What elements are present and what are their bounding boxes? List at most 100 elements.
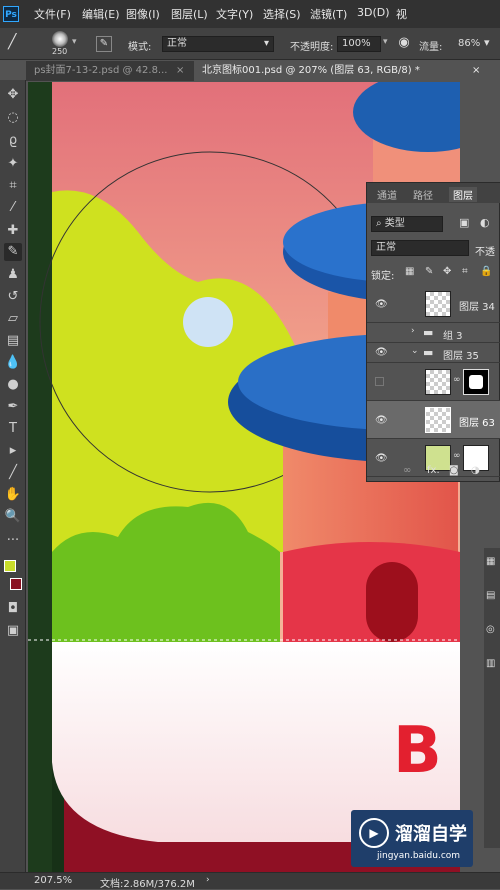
foreground-color-swatch[interactable] — [4, 560, 16, 572]
layer-group-row[interactable]: 👁 ⌄ ▬ 图层 35 — [367, 343, 500, 363]
tab-label: 北京图标001.psd @ 207% (图层 63, RGB/8) * — [202, 65, 420, 76]
eyedropper-tool-icon[interactable]: ⁄ — [4, 199, 22, 217]
brush-tool-icon[interactable]: ╱ — [8, 34, 28, 54]
image-filter-icon[interactable]: ▣ — [459, 216, 469, 229]
dock-icon[interactable]: ▥ — [486, 658, 495, 669]
tab-layers[interactable]: 图层 — [449, 187, 477, 202]
menu-view[interactable]: 视 — [396, 6, 407, 22]
pressure-opacity-icon[interactable]: ◉ — [396, 35, 412, 51]
lock-all-icon[interactable]: 🔒 — [480, 266, 492, 277]
close-icon[interactable]: × — [176, 65, 184, 76]
screen-mode-icon[interactable]: ▣ — [4, 622, 22, 640]
crop-tool-icon[interactable]: ⌗ — [4, 177, 22, 195]
dock-icon[interactable]: ▦ — [486, 556, 495, 567]
mode-select[interactable]: 正常 ▾ — [162, 36, 274, 52]
layer-name[interactable]: 图层 34 — [459, 298, 495, 313]
watermark-title: 溜溜自学 — [395, 824, 467, 845]
adjustment-filter-icon[interactable]: ◐ — [480, 216, 490, 229]
filter-value: 类型 — [384, 218, 405, 229]
opacity-field[interactable]: 100% — [337, 36, 381, 52]
menu-type[interactable]: 文字(Y) — [216, 6, 253, 22]
dock-icon[interactable]: ◎ — [486, 624, 495, 635]
visibility-off-box[interactable] — [375, 377, 384, 386]
link-icon[interactable]: ∞ — [403, 465, 411, 476]
path-select-tool-icon[interactable]: ▸ — [4, 442, 22, 460]
line-tool-icon[interactable]: ╱ — [4, 464, 22, 482]
menu-file[interactable]: 文件(F) — [34, 6, 71, 22]
hand-tool-icon[interactable]: ✋ — [4, 486, 22, 504]
tab-document-1[interactable]: ps封面7-13-2.psd @ 42.8... — [26, 61, 194, 81]
layer-group-row[interactable]: › ▬ 组 3 — [367, 323, 500, 343]
lock-transparent-icon[interactable]: ▦ — [405, 266, 414, 277]
visibility-eye-icon[interactable]: 👁 — [375, 347, 388, 358]
layer-row[interactable]: 👁 图层 34 — [367, 285, 500, 323]
close-icon[interactable]: × — [472, 65, 480, 76]
lasso-tool-icon[interactable]: ϱ — [4, 132, 22, 150]
logo-letter: B — [393, 714, 442, 788]
tab-channels[interactable]: 通道 — [377, 187, 397, 202]
opacity-label-truncated: 不透 — [475, 247, 495, 258]
menu-bar: Ps 文件(F) 编辑(E) 图像(I) 图层(L) 文字(Y) 选择(S) 滤… — [0, 0, 500, 28]
green-border-strip — [28, 82, 52, 872]
blur-tool-icon[interactable]: 💧 — [4, 354, 22, 372]
visibility-eye-icon[interactable]: 👁 — [375, 415, 388, 426]
sun — [183, 297, 233, 347]
menu-image[interactable]: 图像(I) — [126, 6, 160, 22]
brush-size-label: 250 — [52, 47, 68, 56]
layer-filter-select[interactable]: ⌕ 类型 — [371, 216, 443, 232]
chevron-right-icon[interactable]: › — [411, 326, 415, 336]
eraser-tool-icon[interactable]: ▱ — [4, 310, 22, 328]
visibility-eye-icon[interactable]: 👁 — [375, 299, 388, 310]
chevron-down-icon[interactable]: ▾ — [383, 37, 388, 47]
lock-pixels-icon[interactable]: ✎ — [425, 266, 433, 277]
status-bar: 207.5% 文档:2.86M/376.2M › — [0, 872, 500, 890]
zoom-level[interactable]: 207.5% — [34, 875, 72, 886]
pen-tool-icon[interactable]: ✒ — [4, 398, 22, 416]
quick-select-tool-icon[interactable]: ✦ — [4, 155, 22, 173]
document-size: 文档:2.86M/376.2M — [100, 879, 195, 890]
lock-artboard-icon[interactable]: ⌗ — [462, 266, 468, 277]
adjustment-icon[interactable]: ◑ — [471, 465, 480, 476]
menu-3d[interactable]: 3D(D) — [357, 6, 390, 19]
blend-mode-select[interactable]: 正常 — [371, 240, 469, 256]
chevron-right-icon[interactable]: › — [206, 875, 210, 885]
layer-mask-thumbnail[interactable] — [463, 369, 489, 395]
brush-tool-icon[interactable]: ✎ — [4, 243, 22, 261]
chevron-down-icon[interactable]: ▾ — [484, 36, 490, 49]
options-bar: ╱ 250 ▾ ✎ 模式: 正常 ▾ 不透明度: 100% ▾ ◉ 流量: 86%… — [0, 28, 500, 60]
menu-filter[interactable]: 滤镜(T) — [310, 6, 347, 22]
watermark-url: jingyan.baidu.com — [377, 851, 461, 861]
dodge-tool-icon[interactable]: ● — [4, 376, 22, 394]
healing-brush-tool-icon[interactable]: ✚ — [4, 222, 22, 240]
dock-icon[interactable]: ▤ — [486, 590, 495, 601]
more-tools-icon[interactable]: ··· — [4, 532, 22, 550]
marquee-tool-icon[interactable]: ◌ — [4, 109, 22, 127]
tab-paths[interactable]: 路径 — [413, 187, 433, 202]
background-color-swatch[interactable] — [10, 578, 22, 590]
layer-row-selected[interactable]: 👁 图层 63 — [367, 401, 500, 439]
chevron-down-icon[interactable]: ⌄ — [411, 346, 419, 356]
tools-panel: ✥ ◌ ϱ ✦ ⌗ ⁄ ✚ ✎ ♟ ↺ ▱ ▤ 💧 ● ✒ T ▸ ╱ ✋ 🔍 … — [0, 80, 26, 880]
fx-icon[interactable]: fx. — [427, 465, 440, 476]
history-brush-tool-icon[interactable]: ↺ — [4, 288, 22, 306]
group-name[interactable]: 组 3 — [443, 327, 463, 342]
clone-stamp-tool-icon[interactable]: ♟ — [4, 266, 22, 284]
move-tool-icon[interactable]: ✥ — [4, 86, 22, 104]
layer-name[interactable]: 图层 63 — [459, 414, 495, 429]
menu-select[interactable]: 选择(S) — [263, 6, 301, 22]
quick-mask-icon[interactable]: ◘ — [4, 600, 22, 618]
group-name[interactable]: 图层 35 — [443, 347, 479, 362]
mask-icon[interactable]: ◙ — [449, 465, 459, 476]
tab-document-2[interactable]: 北京图标001.psd @ 207% (图层 63, RGB/8) * — [194, 61, 500, 81]
type-tool-icon[interactable]: T — [4, 420, 22, 438]
menu-layer[interactable]: 图层(L) — [171, 6, 208, 22]
brush-preview-icon[interactable] — [52, 31, 68, 47]
chevron-down-icon[interactable]: ▾ — [72, 37, 77, 47]
zoom-tool-icon[interactable]: 🔍 — [4, 508, 22, 526]
brush-panel-toggle-icon[interactable]: ✎ — [96, 36, 112, 52]
lock-position-icon[interactable]: ✥ — [443, 266, 451, 277]
gradient-tool-icon[interactable]: ▤ — [4, 332, 22, 350]
layer-row[interactable]: ∞ — [367, 363, 500, 401]
menu-edit[interactable]: 编辑(E) — [82, 6, 120, 22]
flow-value[interactable]: 86% — [458, 38, 480, 49]
